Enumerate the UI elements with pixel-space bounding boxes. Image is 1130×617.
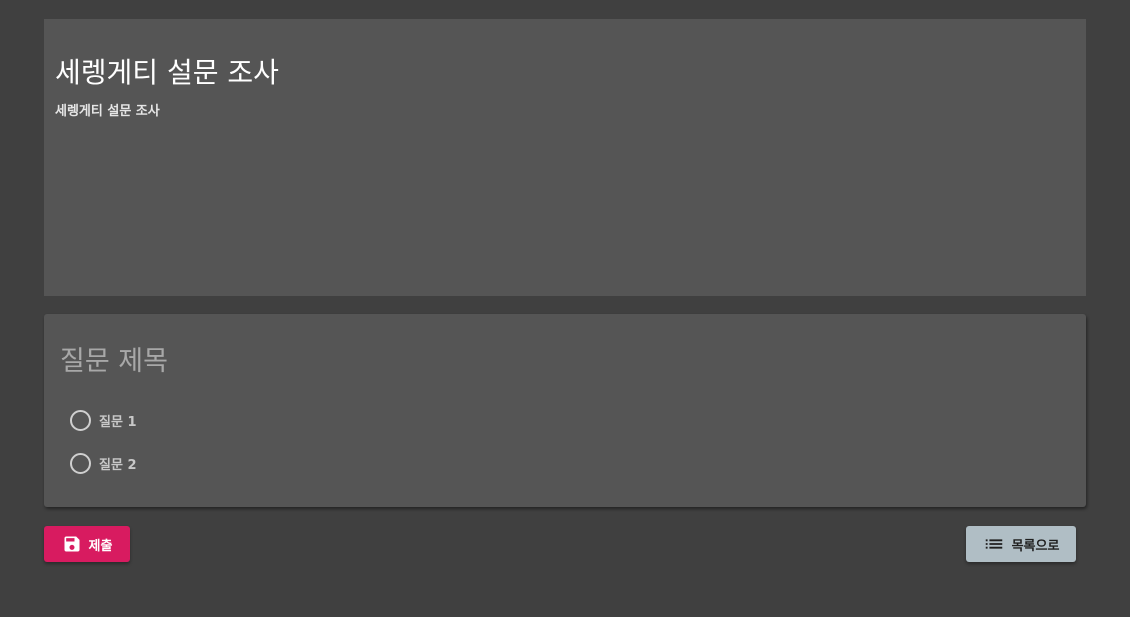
survey-title: 세렝게티 설문 조사 xyxy=(55,56,279,89)
back-to-list-label: 목록으로 xyxy=(1011,538,1060,554)
question-card: 질문 제목 질문 1 질문 2 xyxy=(44,314,1086,507)
question-options: 질문 1 질문 2 xyxy=(60,409,1070,474)
option-2[interactable]: 질문 2 xyxy=(70,452,1070,474)
save-icon xyxy=(62,534,82,554)
question-title: 질문 제목 xyxy=(60,346,168,377)
submit-button[interactable]: 제출 xyxy=(44,526,130,562)
radio-button-unchecked-icon[interactable] xyxy=(70,409,91,431)
back-to-list-button[interactable]: 목록으로 xyxy=(966,526,1076,562)
survey-page: 세렝게티 설문 조사 세렝게티 설문 조사 질문 제목 질문 1 질문 2 제출 xyxy=(0,0,1130,617)
submit-button-label: 제출 xyxy=(88,538,113,554)
survey-description: 세렝게티 설문 조사 xyxy=(55,104,160,119)
option-1[interactable]: 질문 1 xyxy=(70,409,1070,431)
survey-header-card: 세렝게티 설문 조사 세렝게티 설문 조사 xyxy=(44,19,1086,296)
list-icon xyxy=(983,533,1005,555)
option-label: 질문 1 xyxy=(99,414,137,430)
option-label: 질문 2 xyxy=(99,457,137,473)
radio-button-unchecked-icon[interactable] xyxy=(70,452,91,474)
